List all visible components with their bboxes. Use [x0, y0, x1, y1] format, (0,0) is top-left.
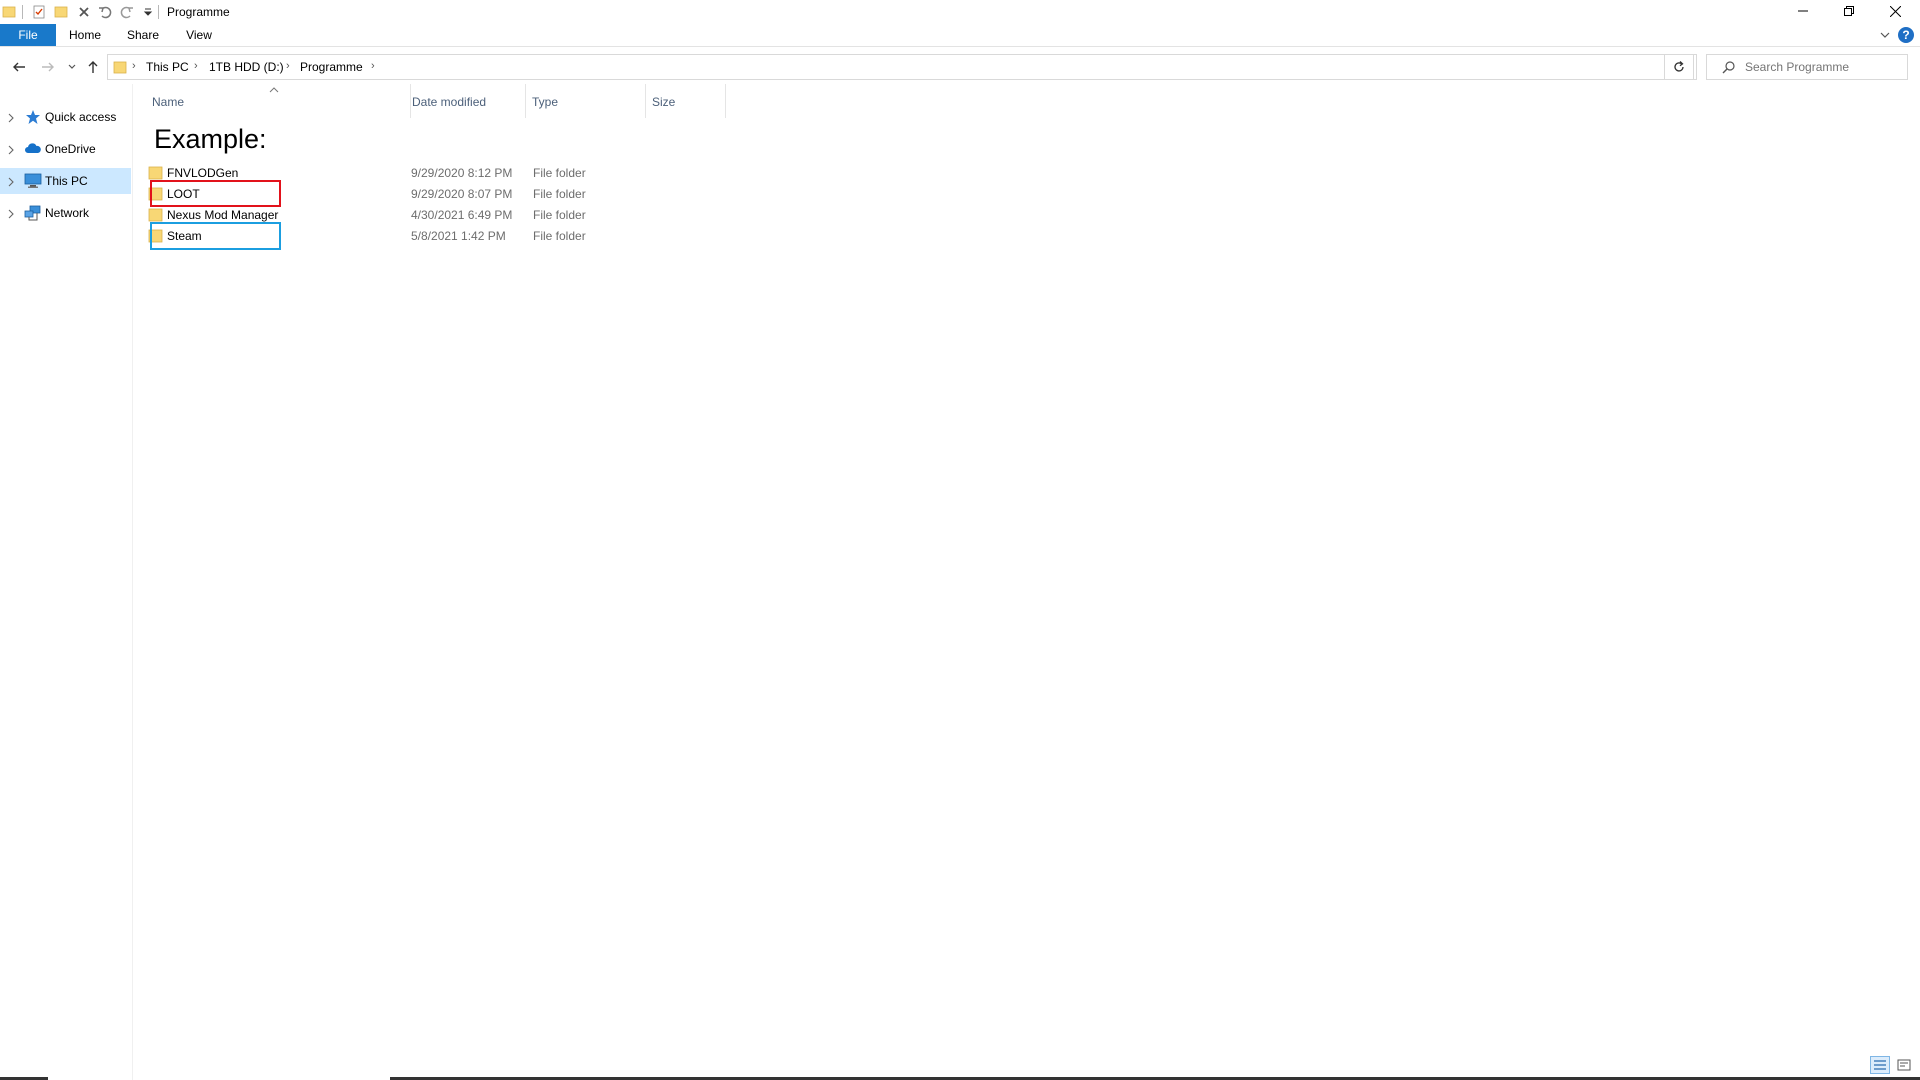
breadcrumb-programme[interactable]: Programme — [300, 60, 363, 74]
file-date: 5/8/2021 1:42 PM — [411, 229, 506, 243]
network-icon — [24, 205, 42, 221]
sidebar-item-label: Quick access — [45, 110, 117, 124]
folder-icon — [113, 59, 129, 75]
undo-icon[interactable] — [96, 3, 114, 21]
tab-file[interactable]: File — [0, 24, 56, 46]
cloud-icon — [24, 141, 42, 157]
search-input[interactable] — [1745, 59, 1905, 75]
close-button[interactable] — [1872, 0, 1918, 22]
folder-icon — [148, 166, 164, 180]
properties-icon[interactable] — [30, 3, 48, 21]
expand-chevron-icon[interactable] — [6, 112, 16, 123]
expand-chevron-icon[interactable] — [6, 208, 16, 219]
restore-button[interactable] — [1826, 0, 1872, 22]
computer-icon — [24, 173, 42, 189]
details-view-button[interactable] — [1870, 1056, 1890, 1074]
expand-chevron-icon[interactable] — [6, 144, 16, 155]
toolbar-separator — [22, 5, 23, 19]
file-date: 4/30/2021 6:49 PM — [411, 208, 513, 222]
table-row[interactable]: LOOT 9/29/2020 8:07 PM File folder — [148, 184, 598, 205]
delete-icon[interactable] — [75, 3, 93, 21]
ribbon-tabs: File Home Share View ? — [0, 24, 1920, 47]
breadcrumb-separator-icon[interactable]: › — [286, 60, 290, 72]
folder-icon — [148, 208, 164, 222]
table-row[interactable]: Nexus Mod Manager 4/30/2021 6:49 PM File… — [148, 205, 598, 226]
file-type: File folder — [533, 187, 586, 201]
tab-share[interactable]: Share — [118, 24, 168, 46]
file-name: FNVLODGen — [167, 166, 239, 180]
sidebar-item-this-pc[interactable]: This PC — [0, 168, 131, 194]
file-name: LOOT — [167, 187, 200, 201]
up-button[interactable] — [82, 56, 104, 78]
large-icons-view-button[interactable] — [1894, 1056, 1914, 1074]
view-switcher — [1870, 1054, 1916, 1076]
file-name: Steam — [167, 229, 202, 243]
file-list: Name Date modified Type Size Example: FN… — [134, 84, 1920, 1080]
column-header-date-modified[interactable]: Date modified — [406, 84, 526, 118]
file-date: 9/29/2020 8:07 PM — [411, 187, 513, 201]
sidebar-item-label: This PC — [45, 174, 88, 188]
sidebar-item-network[interactable]: Network — [0, 200, 131, 226]
title-bar: Programme — [0, 0, 1920, 24]
customize-toolbar-icon[interactable] — [139, 3, 157, 21]
expand-ribbon-icon[interactable] — [1878, 28, 1892, 42]
table-row[interactable]: Steam 5/8/2021 1:42 PM File folder — [148, 226, 598, 247]
column-header-type[interactable]: Type — [526, 84, 646, 118]
table-row[interactable]: FNVLODGen 9/29/2020 8:12 PM File folder — [148, 163, 598, 184]
sort-ascending-icon — [268, 84, 280, 94]
example-annotation-label: Example: — [154, 124, 267, 154]
breadcrumb-drive[interactable]: 1TB HDD (D:) — [209, 60, 284, 74]
refresh-button[interactable] — [1664, 54, 1694, 80]
sidebar-item-label: Network — [45, 206, 90, 220]
new-folder-icon[interactable] — [52, 3, 70, 21]
navigation-pane: Quick access OneDrive This PC Network — [0, 84, 133, 1080]
file-type: File folder — [533, 229, 586, 243]
breadcrumb-separator-icon: › — [132, 60, 136, 72]
folder-icon — [148, 187, 164, 201]
search-box[interactable] — [1706, 54, 1908, 80]
sidebar-item-quick-access[interactable]: Quick access — [0, 104, 131, 130]
sidebar-item-onedrive[interactable]: OneDrive — [0, 136, 131, 162]
expand-chevron-icon[interactable] — [6, 176, 16, 187]
redo-icon[interactable] — [118, 3, 136, 21]
sidebar-item-label: OneDrive — [45, 142, 96, 156]
column-header-size[interactable]: Size — [646, 84, 726, 118]
window-title: Programme — [167, 5, 230, 19]
tab-home[interactable]: Home — [62, 24, 108, 46]
breadcrumb-separator-icon[interactable]: › — [194, 60, 198, 72]
minimize-button[interactable] — [1780, 0, 1826, 22]
recent-locations-dropdown[interactable] — [61, 56, 83, 78]
search-icon — [1721, 60, 1737, 76]
help-icon[interactable]: ? — [1898, 27, 1914, 43]
star-icon — [24, 109, 42, 125]
file-type: File folder — [533, 166, 586, 180]
file-date: 9/29/2020 8:12 PM — [411, 166, 513, 180]
breadcrumb-separator-icon[interactable]: › — [371, 60, 375, 72]
breadcrumb-this-pc[interactable]: This PC — [146, 60, 189, 74]
navigation-bar: › This PC › 1TB HDD (D:) › Programme › — [0, 50, 1920, 84]
tab-view[interactable]: View — [178, 24, 220, 46]
file-type: File folder — [533, 208, 586, 222]
toolbar-separator — [158, 5, 159, 19]
address-bar[interactable]: › This PC › 1TB HDD (D:) › Programme › — [107, 54, 1760, 80]
forward-button[interactable] — [37, 56, 59, 78]
back-button[interactable] — [8, 56, 30, 78]
folder-icon — [0, 3, 18, 21]
folder-icon — [148, 229, 164, 243]
file-name: Nexus Mod Manager — [167, 208, 279, 222]
